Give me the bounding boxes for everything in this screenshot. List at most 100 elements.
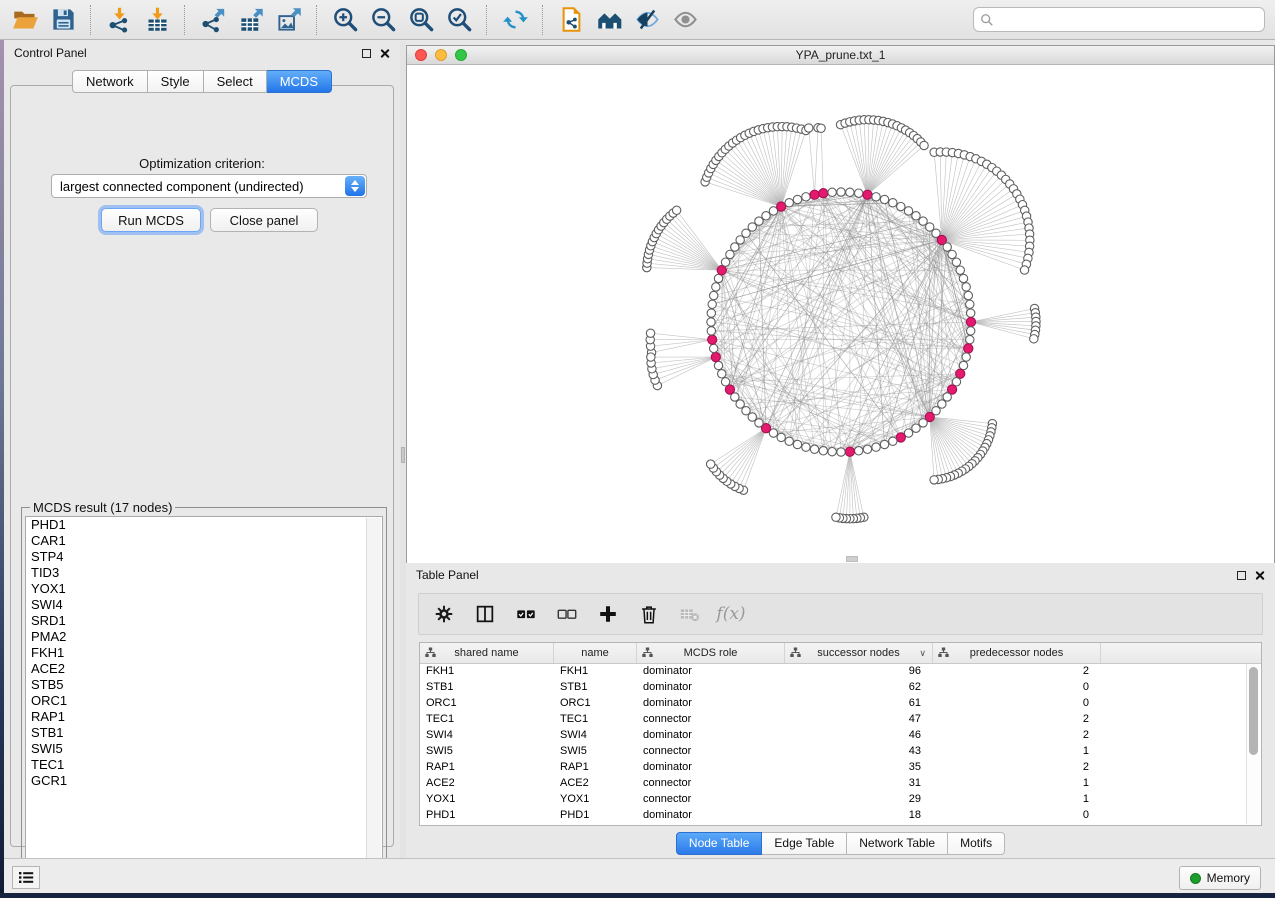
import-network-button[interactable] — [100, 4, 138, 36]
cell-successor-nodes[interactable]: 47 — [785, 712, 933, 728]
network-node[interactable] — [721, 258, 729, 266]
delete-rows-button[interactable] — [636, 601, 662, 627]
dominator-node[interactable] — [708, 335, 717, 344]
horizontal-splitter-grip[interactable] — [846, 556, 858, 562]
network-node[interactable] — [966, 300, 974, 308]
network-node[interactable] — [837, 448, 845, 456]
table-row[interactable]: ACE2ACE2connector311 — [420, 776, 1261, 792]
cell-MCDS-role[interactable]: connector — [637, 776, 785, 792]
network-node[interactable] — [912, 424, 920, 432]
cell-successor-nodes[interactable]: 35 — [785, 760, 933, 776]
table-row[interactable]: TEC1TEC1connector472 — [420, 712, 1261, 728]
cell-predecessor-nodes[interactable]: 2 — [933, 728, 1101, 744]
mcds-result-item[interactable]: CAR1 — [26, 533, 382, 549]
table-row[interactable]: PHD1PHD1dominator180 — [420, 808, 1261, 824]
network-node[interactable] — [889, 437, 897, 445]
network-node[interactable] — [718, 370, 726, 378]
cell-name[interactable]: TEC1 — [554, 712, 637, 728]
network-node[interactable] — [672, 206, 680, 214]
network-node[interactable] — [912, 212, 920, 220]
cell-MCDS-role[interactable]: connector — [637, 792, 785, 808]
cell-successor-nodes[interactable]: 62 — [785, 680, 933, 696]
network-node[interactable] — [872, 443, 880, 451]
network-node[interactable] — [956, 266, 964, 274]
export-table-button[interactable] — [232, 4, 270, 36]
tab-edge-table[interactable]: Edge Table — [762, 832, 847, 855]
network-node[interactable] — [785, 437, 793, 445]
mcds-result-item[interactable]: PHD1 — [26, 517, 382, 533]
network-node[interactable] — [755, 217, 763, 225]
mcds-result-item[interactable]: STB1 — [26, 725, 382, 741]
column-header-MCDS-role[interactable]: MCDS role — [637, 643, 785, 663]
cell-MCDS-role[interactable]: dominator — [637, 680, 785, 696]
cell-MCDS-role[interactable]: dominator — [637, 808, 785, 824]
cell-name[interactable]: YOX1 — [554, 792, 637, 808]
network-node[interactable] — [855, 447, 863, 455]
mcds-result-item[interactable]: TEC1 — [26, 757, 382, 773]
network-node[interactable] — [846, 188, 854, 196]
mcds-result-item[interactable]: STB5 — [26, 677, 382, 693]
mcds-result-item[interactable]: YOX1 — [26, 581, 382, 597]
mcds-result-item[interactable]: ACE2 — [26, 661, 382, 677]
network-node[interactable] — [710, 344, 718, 352]
select-all-checkboxes-button[interactable] — [513, 601, 539, 627]
function-builder-button[interactable]: f(x) — [718, 601, 744, 627]
network-node[interactable] — [897, 202, 905, 210]
network-node[interactable] — [777, 433, 785, 441]
close-panel-icon[interactable] — [1254, 570, 1265, 581]
network-node[interactable] — [959, 274, 967, 282]
network-node[interactable] — [872, 193, 880, 201]
cell-name[interactable]: PHD1 — [554, 808, 637, 824]
network-node[interactable] — [785, 199, 793, 207]
network-node[interactable] — [707, 318, 715, 326]
cell-predecessor-nodes[interactable]: 2 — [933, 664, 1101, 680]
cell-MCDS-role[interactable]: dominator — [637, 760, 785, 776]
task-history-button[interactable] — [12, 866, 40, 889]
network-node[interactable] — [837, 188, 845, 196]
network-node[interactable] — [855, 189, 863, 197]
network-node[interactable] — [863, 445, 871, 453]
network-node[interactable] — [1020, 266, 1028, 274]
network-node[interactable] — [828, 188, 836, 196]
network-node[interactable] — [708, 300, 716, 308]
tab-mcds[interactable]: MCDS — [267, 70, 332, 93]
mcds-result-item[interactable]: PMA2 — [26, 629, 382, 645]
cell-predecessor-nodes[interactable]: 1 — [933, 744, 1101, 760]
tab-node-table[interactable]: Node Table — [676, 832, 763, 855]
network-node[interactable] — [726, 250, 734, 258]
cell-successor-nodes[interactable]: 29 — [785, 792, 933, 808]
table-row[interactable]: FKH1FKH1dominator962 — [420, 664, 1261, 680]
network-node[interactable] — [736, 400, 744, 408]
preview-eye-button[interactable] — [666, 4, 704, 36]
show-columns-button[interactable] — [472, 601, 498, 627]
tab-motifs[interactable]: Motifs — [948, 832, 1005, 855]
cell-name[interactable]: FKH1 — [554, 664, 637, 680]
network-node[interactable] — [731, 243, 739, 251]
mcds-result-item[interactable]: GCR1 — [26, 773, 382, 789]
cell-name[interactable]: RAP1 — [554, 760, 637, 776]
dominator-node[interactable] — [966, 317, 975, 326]
splitter-grip[interactable] — [401, 447, 405, 463]
table-scrollbar-thumb[interactable] — [1249, 667, 1258, 755]
network-node[interactable] — [706, 460, 714, 468]
column-header-successor-nodes[interactable]: successor nodes∨ — [785, 643, 933, 663]
dominator-node[interactable] — [845, 447, 854, 456]
network-window-titlebar[interactable]: YPA_prune.txt_1 — [407, 46, 1274, 65]
cell-successor-nodes[interactable]: 43 — [785, 744, 933, 760]
network-node[interactable] — [1030, 335, 1038, 343]
table-row[interactable]: ORC1ORC1dominator610 — [420, 696, 1261, 712]
cell-shared-name[interactable]: STB1 — [420, 680, 554, 696]
clear-checkboxes-button[interactable] — [554, 601, 580, 627]
network-node[interactable] — [762, 212, 770, 220]
network-node[interactable] — [919, 419, 927, 427]
zoom-selected-button[interactable] — [440, 4, 478, 36]
node-table[interactable]: shared namenameMCDS rolesuccessor nodes∨… — [419, 642, 1262, 826]
mcds-result-item[interactable]: SRD1 — [26, 613, 382, 629]
dominator-node[interactable] — [810, 190, 819, 199]
column-header-name[interactable]: name — [554, 643, 637, 663]
network-node[interactable] — [810, 445, 818, 453]
network-node[interactable] — [962, 283, 970, 291]
cell-name[interactable]: SWI4 — [554, 728, 637, 744]
cell-MCDS-role[interactable]: connector — [637, 712, 785, 728]
network-node[interactable] — [793, 440, 801, 448]
